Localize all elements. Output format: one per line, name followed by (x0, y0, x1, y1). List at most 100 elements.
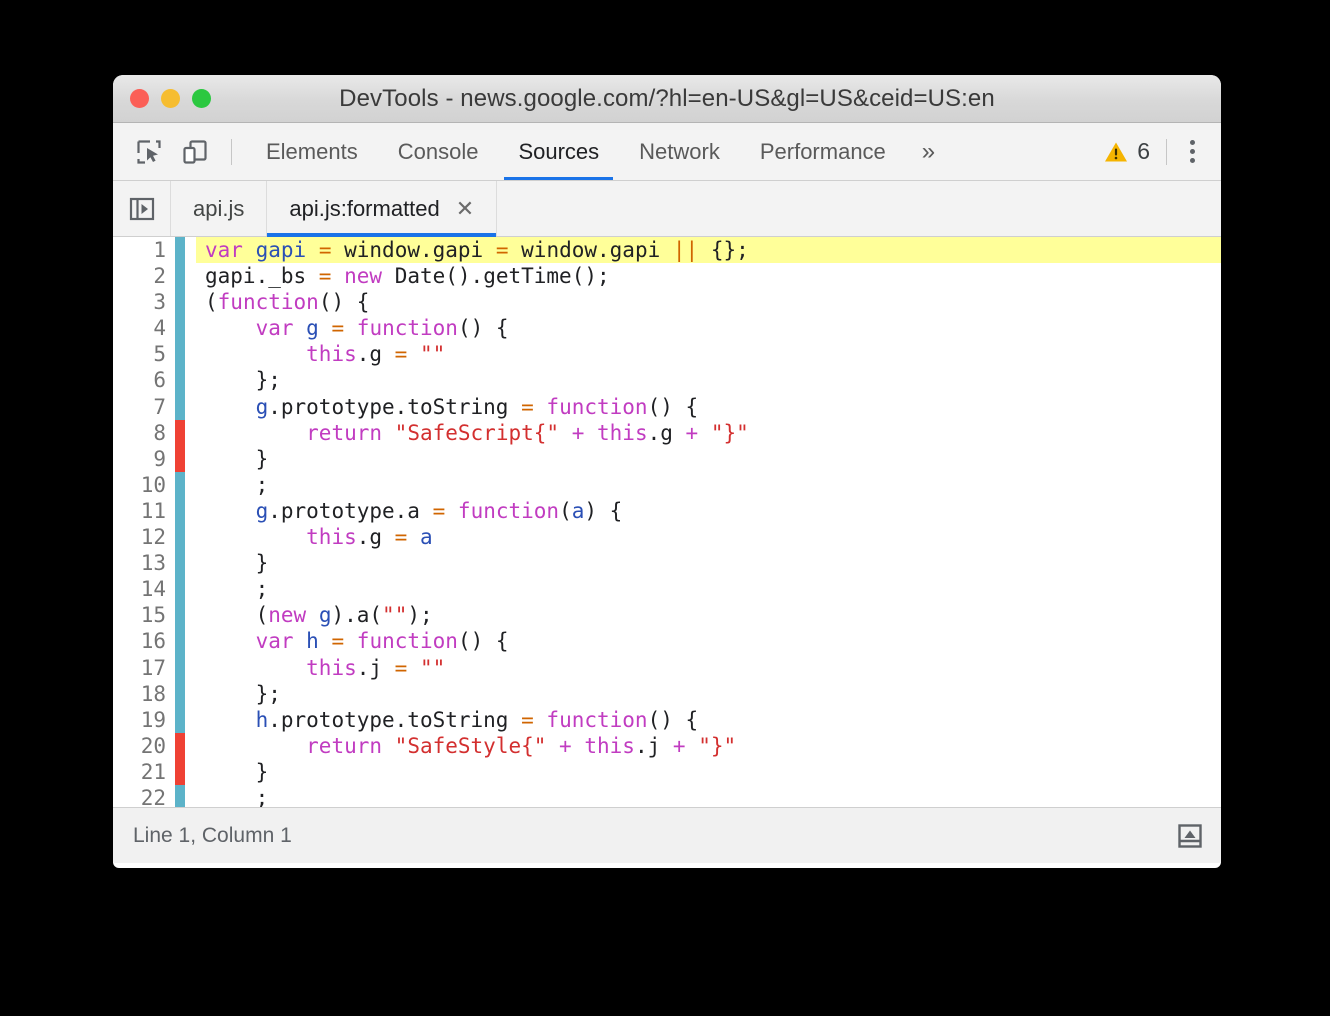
line-number[interactable]: 13 (113, 550, 175, 577)
code-line[interactable]: 6 }; (113, 367, 1221, 394)
line-content: this.g = a (196, 524, 1221, 550)
code-token: ( (559, 498, 572, 523)
line-number[interactable]: 11 (113, 497, 175, 525)
code-token: ; (205, 785, 269, 807)
line-number[interactable]: 12 (113, 524, 175, 551)
line-number[interactable]: 17 (113, 654, 175, 681)
line-number[interactable]: 16 (113, 628, 175, 655)
pretty-print-button[interactable] (1173, 819, 1207, 853)
line-number[interactable]: 22 (113, 784, 175, 807)
code-line[interactable]: 15 (new g).a(""); (113, 602, 1221, 629)
tab-sources[interactable]: Sources (498, 123, 619, 180)
code-line[interactable]: 21 } (113, 758, 1221, 785)
code-line[interactable]: 5 this.g = "" (113, 341, 1221, 368)
code-token: "" (382, 603, 408, 628)
line-number[interactable]: 9 (113, 445, 175, 472)
code-token: .prototype.toString (268, 394, 522, 419)
line-number[interactable]: 20 (113, 732, 175, 759)
code-line[interactable]: 20 return "SafeStyle{" + this.j + "}" (113, 732, 1221, 759)
gutter-marker (175, 471, 185, 498)
code-token: {}; (698, 238, 749, 262)
line-number[interactable]: 6 (113, 367, 175, 394)
more-panels-button[interactable]: » (906, 123, 951, 180)
code-token: () { (318, 290, 370, 315)
tab-performance[interactable]: Performance (740, 123, 906, 180)
code-line[interactable]: 9 } (113, 445, 1221, 472)
code-line[interactable]: 8 return "SafeScript{" + this.g + "}" (113, 419, 1221, 446)
line-content: gapi._bs = new Date().getTime(); (196, 263, 1221, 289)
code-line[interactable]: 2 gapi._bs = new Date().getTime(); (113, 263, 1221, 290)
code-token: .j (356, 655, 395, 680)
line-number[interactable]: 1 (113, 237, 175, 264)
file-tab-api-js-formatted[interactable]: api.js:formatted ✕ (267, 181, 498, 237)
device-toolbar-button[interactable] (175, 133, 215, 171)
line-number[interactable]: 2 (113, 263, 175, 290)
code-line[interactable]: 1 var gapi = window.gapi = window.gapi ||… (113, 237, 1221, 264)
code-line[interactable]: 19 h.prototype.toString = function() { (113, 706, 1221, 733)
minimize-window-button[interactable] (161, 89, 180, 108)
code-line[interactable]: 4 var g = function() { (113, 315, 1221, 342)
line-number[interactable]: 14 (113, 576, 175, 603)
line-number[interactable]: 8 (113, 419, 175, 446)
code-line[interactable]: 11 g.prototype.a = function(a) { (113, 497, 1221, 525)
code-token: this (306, 525, 357, 550)
code-token: h (306, 629, 319, 654)
source-code-editor[interactable]: 1 var gapi = window.gapi = window.gapi ||… (113, 237, 1221, 807)
code-token: () { (647, 394, 699, 419)
code-line[interactable]: 14 ; (113, 576, 1221, 603)
gutter-spacer (185, 315, 196, 342)
close-window-button[interactable] (130, 89, 149, 108)
tab-console[interactable]: Console (378, 123, 499, 180)
gutter-spacer (185, 654, 196, 681)
maximize-window-button[interactable] (192, 89, 211, 108)
code-line[interactable]: 13 } (113, 550, 1221, 577)
line-number[interactable]: 10 (113, 471, 175, 498)
line-content: g.prototype.a = function(a) { (196, 498, 1221, 524)
gutter-marker (175, 445, 185, 472)
tab-elements[interactable]: Elements (246, 123, 378, 180)
file-tab-api-js[interactable]: api.js (171, 181, 268, 236)
line-number[interactable]: 5 (113, 341, 175, 368)
code-token: new (344, 264, 383, 289)
warning-counter[interactable]: 6 (1104, 138, 1164, 165)
line-number[interactable]: 19 (113, 706, 175, 733)
code-line[interactable]: 3 (function() { (113, 289, 1221, 316)
warning-count: 6 (1137, 138, 1150, 164)
gutter-spacer (185, 471, 196, 498)
code-line[interactable]: 10 ; (113, 471, 1221, 498)
line-number[interactable]: 4 (113, 315, 175, 342)
line-number[interactable]: 7 (113, 393, 175, 420)
code-line[interactable]: 17 this.j = "" (113, 654, 1221, 681)
code-token: ; (205, 472, 269, 497)
code-token: ; (205, 577, 269, 602)
devtools-menu-button[interactable] (1175, 133, 1209, 171)
line-number[interactable]: 21 (113, 758, 175, 785)
code-line[interactable]: 12 this.g = a (113, 524, 1221, 551)
code-token: function (457, 498, 560, 523)
code-token: function (356, 316, 458, 341)
code-line[interactable]: 16 var h = function() { (113, 628, 1221, 655)
code-line[interactable]: 7 g.prototype.toString = function() { (113, 393, 1221, 420)
gutter-marker (175, 576, 185, 603)
close-tab-icon[interactable]: ✕ (456, 197, 474, 220)
inspect-element-button[interactable] (129, 133, 169, 171)
line-number[interactable]: 3 (113, 289, 175, 316)
code-line[interactable]: 18 }; (113, 680, 1221, 707)
code-token: g (318, 603, 332, 628)
code-token: return (306, 733, 383, 758)
code-line[interactable]: 22 ; (113, 784, 1221, 807)
tab-network[interactable]: Network (619, 123, 740, 180)
gutter-marker (175, 784, 185, 807)
line-number[interactable]: 18 (113, 680, 175, 707)
device-toolbar-icon (183, 139, 207, 164)
code-token: gapi._bs (205, 264, 319, 289)
show-navigator-button[interactable] (113, 181, 171, 236)
line-content: }; (196, 367, 1221, 393)
line-number[interactable]: 15 (113, 602, 175, 629)
